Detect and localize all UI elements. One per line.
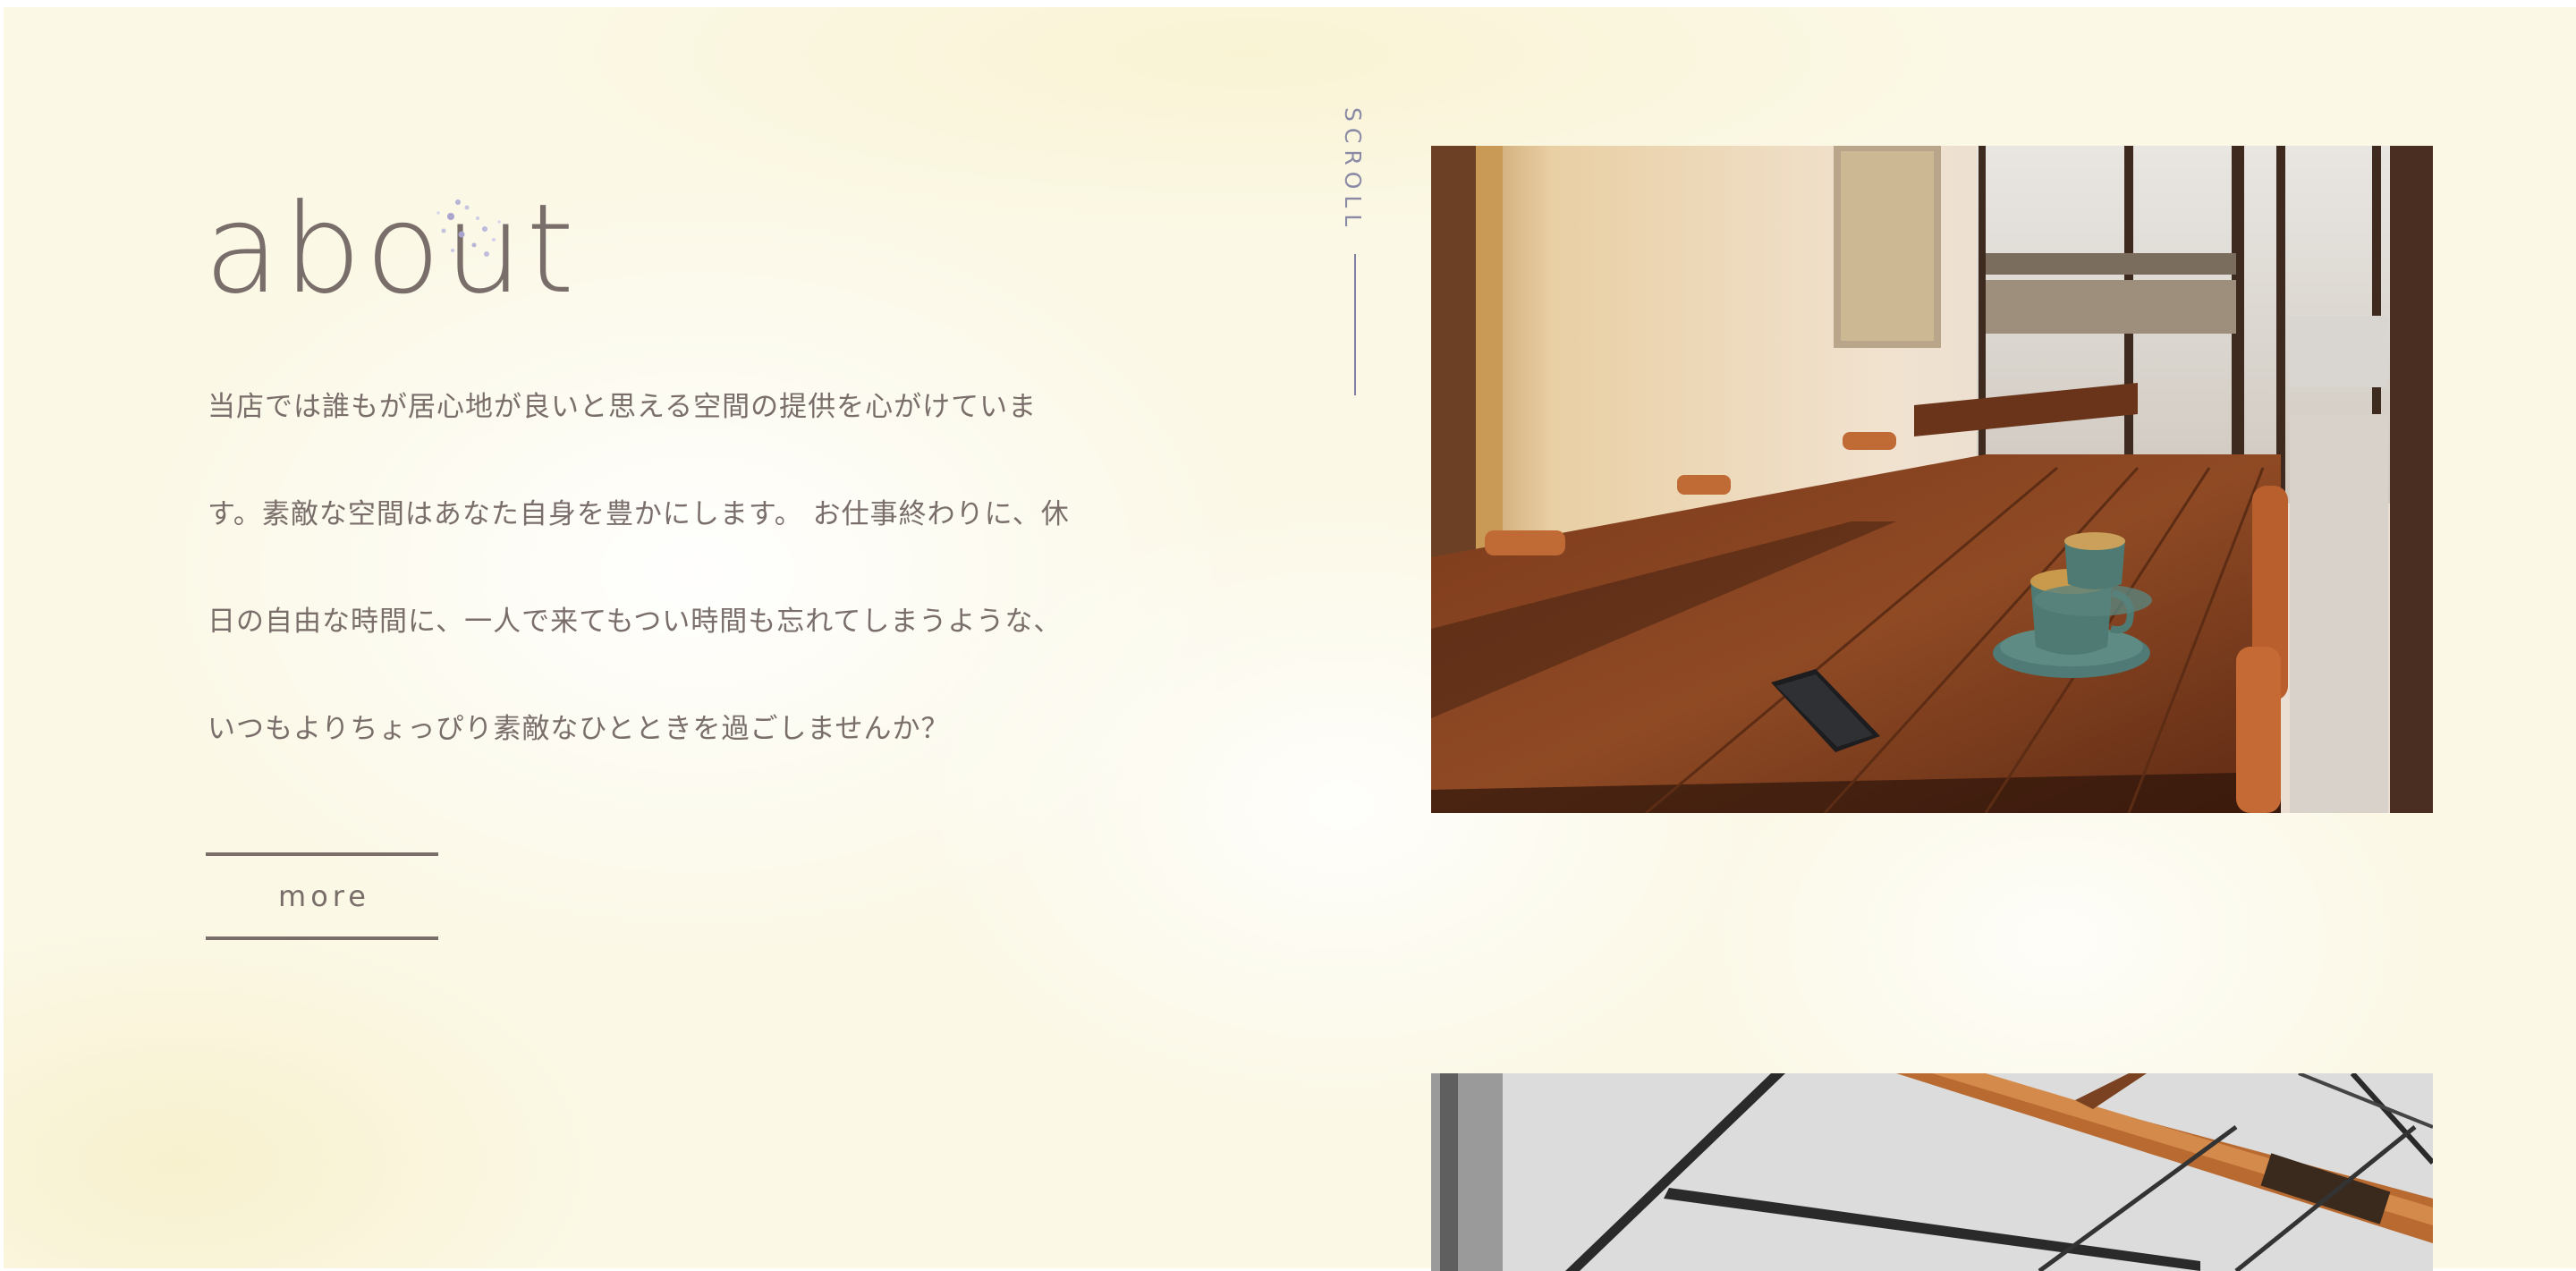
about-description: 当店では誰もが居心地が良いと思える空間の提供を心がけていま す。素敵な空間はあな… (208, 376, 1084, 805)
ceiling-beams-photo (1431, 1073, 2433, 1271)
more-button-label: more (278, 879, 370, 913)
more-button[interactable]: more (206, 852, 438, 940)
scroll-line (1354, 254, 1356, 395)
sparkle-dots-icon (436, 199, 501, 257)
about-text-line: 日の自由な時間に、一人で来てもつい時間も忘れてしまうような、 (208, 606, 1063, 638)
page-frame-left (0, 0, 4, 1271)
cafe-interior-photo (1431, 146, 2433, 813)
page-frame-top (0, 0, 2576, 7)
about-heading: about (204, 177, 579, 321)
about-text-line: いつもよりちょっぴり素敵なひとときを過ごしませんか？ (208, 713, 950, 745)
scroll-label: SCROLL (1340, 107, 1366, 233)
about-text-line: す。素敵な空間はあなた自身を豊かにします。 お仕事終わりに、休 (208, 498, 1070, 530)
about-text-line: 当店では誰もが居心地が良いと思える空間の提供を心がけていま (208, 391, 1038, 423)
